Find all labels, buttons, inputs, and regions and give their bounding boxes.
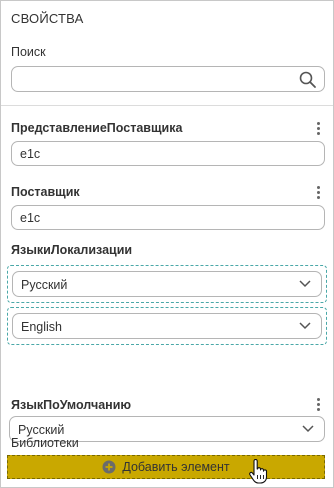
add-element-button[interactable]: Добавить элемент <box>7 455 325 479</box>
search-icon[interactable] <box>298 70 318 90</box>
default-language-label: ЯзыкПоУмолчанию <box>11 398 132 412</box>
chevron-down-icon[interactable] <box>302 425 314 433</box>
language-item[interactable]: English <box>7 307 327 345</box>
panel-title: СВОЙСТВА <box>11 11 84 26</box>
supplier-more-icon[interactable] <box>315 186 321 202</box>
plus-circle-icon <box>102 460 116 474</box>
search-label: Поиск <box>11 45 46 59</box>
supplier-input[interactable]: e1c <box>11 205 325 230</box>
supplier-value: e1c <box>20 211 41 225</box>
search-input[interactable] <box>11 66 325 92</box>
presentation-value: e1c <box>20 147 41 161</box>
presentation-more-icon[interactable] <box>315 122 321 138</box>
chevron-down-icon[interactable] <box>299 322 311 330</box>
language-item[interactable]: Русский <box>7 265 327 303</box>
default-language-more-icon[interactable] <box>315 398 321 414</box>
language-select[interactable]: English <box>12 313 322 339</box>
default-language-value: Русский <box>18 423 65 437</box>
language-value: Русский <box>21 278 68 292</box>
language-value: English <box>21 320 62 334</box>
language-select[interactable]: Русский <box>12 271 322 297</box>
chevron-down-icon[interactable] <box>299 280 311 288</box>
properties-panel: СВОЙСТВА Поиск ПредставлениеПоставщика e… <box>0 0 334 488</box>
add-element-label: Добавить элемент <box>122 460 230 474</box>
languages-label: ЯзыкиЛокализации <box>11 243 133 257</box>
supplier-label: Поставщик <box>11 185 80 199</box>
hand-cursor-icon <box>249 459 268 484</box>
presentation-input[interactable]: e1c <box>11 141 325 166</box>
separator <box>1 105 333 106</box>
libraries-label: Библиотеки <box>11 436 79 450</box>
presentation-label: ПредставлениеПоставщика <box>11 121 183 135</box>
